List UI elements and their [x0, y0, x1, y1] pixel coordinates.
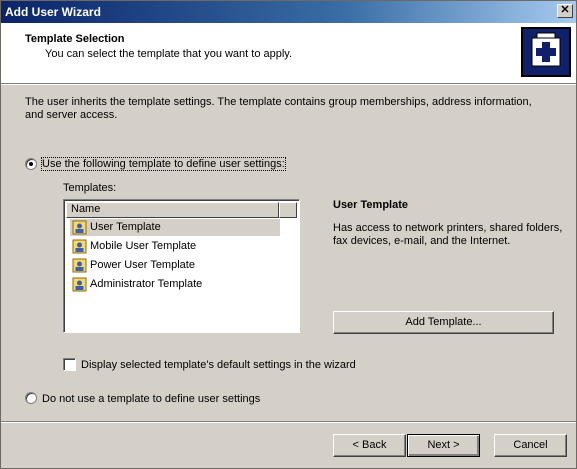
next-button[interactable]: Next >: [407, 434, 480, 457]
template-name: Power User Template: [90, 259, 195, 271]
use-template-label[interactable]: Use the following template to define use…: [41, 157, 286, 171]
name-column-header[interactable]: Name: [66, 202, 279, 218]
add-user-wizard-window: Add User Wizard ✕ Template Selection You…: [0, 0, 577, 469]
display-defaults-label[interactable]: Display selected template's default sett…: [81, 359, 356, 371]
footer-divider-highlight: [1, 422, 576, 423]
description-text: Has access to network printers, shared f…: [333, 222, 563, 247]
back-button[interactable]: < Back: [333, 434, 406, 457]
add-template-button[interactable]: Add Template...: [333, 311, 554, 334]
templates-list[interactable]: Name User Template Mobile User Template: [63, 199, 300, 333]
no-template-label[interactable]: Do not use a template to define user set…: [42, 393, 260, 405]
description-title: User Template: [333, 199, 408, 211]
intro-text: The user inherits the template settings.…: [25, 96, 532, 121]
template-name: User Template: [90, 221, 161, 233]
template-item-administrator[interactable]: Administrator Template: [70, 276, 206, 293]
template-item-user[interactable]: User Template: [70, 219, 280, 236]
user-icon: [72, 239, 87, 254]
templates-label: Templates:: [63, 182, 117, 194]
use-template-radio[interactable]: [25, 158, 37, 170]
user-icon: [72, 220, 87, 235]
use-template-label-text: Use the following template to define use…: [42, 158, 285, 170]
template-item-power-user[interactable]: Power User Template: [70, 257, 199, 274]
page-title: Template Selection: [25, 33, 125, 45]
page-subtitle: You can select the template that you wan…: [45, 48, 293, 60]
no-template-radio[interactable]: [25, 392, 37, 404]
column-header-filler: [279, 202, 297, 218]
template-name: Mobile User Template: [90, 240, 197, 252]
window-title: Add User Wizard: [5, 5, 101, 19]
title-bar[interactable]: Add User Wizard ✕: [1, 1, 576, 23]
template-item-mobile-user[interactable]: Mobile User Template: [70, 238, 200, 255]
user-icon: [72, 258, 87, 273]
add-user-icon: [521, 27, 571, 77]
wizard-header: Template Selection You can select the te…: [1, 23, 576, 83]
user-icon: [72, 277, 87, 292]
close-button[interactable]: ✕: [557, 4, 573, 18]
template-name: Administrator Template: [90, 278, 203, 290]
cancel-button[interactable]: Cancel: [494, 434, 567, 457]
header-divider-highlight: [1, 84, 576, 85]
display-defaults-checkbox[interactable]: [63, 358, 76, 371]
